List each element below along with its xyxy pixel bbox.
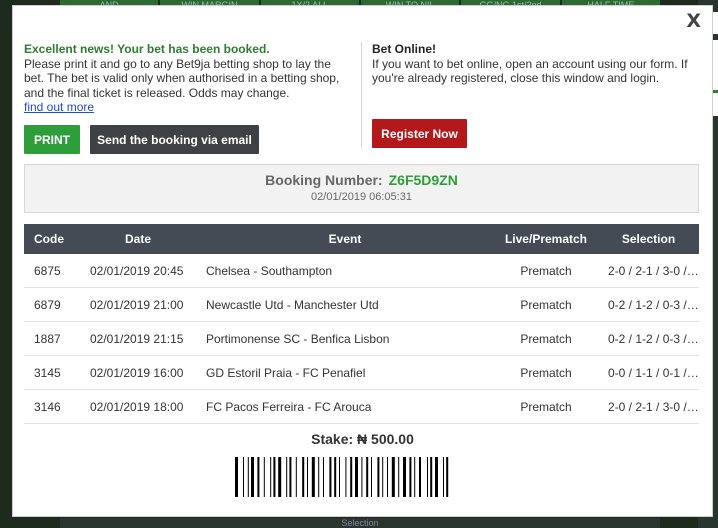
cell-selection: 0-2 / 1-2 / 0-3 / 1... <box>608 297 699 312</box>
cell-selection: 0-0 / 1-1 / 0-1 / 1... <box>608 365 699 380</box>
success-title: Excellent news! Your bet has been booked… <box>24 42 270 56</box>
bet-online-body: If you want to bet online, open an accou… <box>372 56 688 86</box>
stake-amount: Stake: ₦ 500.00 <box>311 431 414 447</box>
email-booking-button[interactable]: Send the booking via email <box>90 125 259 154</box>
booking-modal: X Excellent news! Your bet has been book… <box>12 5 713 517</box>
booking-datetime: 02/01/2019 06:05:31 <box>311 191 412 203</box>
selections-table: Code Date Event Live/Prematch Selection … <box>24 224 699 424</box>
cell-event: Chelsea - Southampton <box>206 263 333 278</box>
cell-live: Prematch <box>520 365 572 380</box>
cell-live: Prematch <box>520 399 572 414</box>
header-live-prematch: Live/Prematch <box>504 232 588 246</box>
cell-date: 02/01/2019 21:15 <box>90 331 184 346</box>
table-row: 3146 02/01/2019 18:00 FC Pacos Ferreira … <box>24 390 699 424</box>
table-row: 6879 02/01/2019 21:00 Newcastle Utd - Ma… <box>24 288 699 322</box>
cell-date: 02/01/2019 21:00 <box>90 297 184 312</box>
booking-number-box: Booking Number: Z6F5D9ZN 02/01/2019 06:05… <box>24 164 699 213</box>
header-date: Date <box>124 232 151 246</box>
cell-selection: 2-0 / 2-1 / 3-0 / 3... <box>608 263 699 278</box>
booking-number-label: Booking Number: <box>265 172 383 188</box>
find-out-more-link[interactable]: find out more <box>24 100 354 115</box>
cell-selection: 2-0 / 2-1 / 3-0 / 3... <box>608 399 699 414</box>
background-bottom-bar: Selection <box>60 518 660 528</box>
cell-code: 6875 <box>34 263 61 278</box>
cell-selection: 0-2 / 1-2 / 0-3 / 1... <box>608 331 699 346</box>
cell-event: Newcastle Utd - Manchester Utd <box>206 297 379 312</box>
success-body: Please print it and go to any Bet9ja bet… <box>24 56 340 100</box>
booking-number-line: Booking Number: Z6F5D9ZN <box>25 172 698 188</box>
cell-live: Prematch <box>520 297 572 312</box>
table-row: 6875 02/01/2019 20:45 Chelsea - Southamp… <box>24 254 699 288</box>
table-header: Code Date Event Live/Prematch Selection <box>24 224 699 254</box>
close-icon[interactable]: X <box>686 10 701 32</box>
header-event: Event <box>328 232 362 246</box>
cell-event: FC Pacos Ferreira - FC Arouca <box>206 399 372 414</box>
cell-live: Prematch <box>520 331 572 346</box>
cell-code: 6879 <box>34 297 61 312</box>
table-row: 1887 02/01/2019 21:15 Portimonense SC - … <box>24 322 699 356</box>
cell-date: 02/01/2019 20:45 <box>90 263 184 278</box>
booking-number-value: Z6F5D9ZN <box>388 172 458 188</box>
bet-online-section: Bet Online! If you want to bet online, o… <box>372 42 702 86</box>
register-now-button[interactable]: Register Now <box>372 119 467 148</box>
barcode-image <box>235 457 449 497</box>
shop-booking-section: Excellent news! Your bet has been booked… <box>24 42 354 115</box>
table-row: 3145 02/01/2019 16:00 GD Estoril Praia -… <box>24 356 699 390</box>
header-code: Code <box>34 232 64 246</box>
print-button[interactable]: PRINT <box>24 125 80 154</box>
column-divider <box>361 42 362 148</box>
bet-online-title: Bet Online! <box>372 42 437 56</box>
header-selection: Selection <box>621 232 676 246</box>
cell-code: 3145 <box>34 365 61 380</box>
cell-event: Portimonense SC - Benfica Lisbon <box>206 331 390 346</box>
cell-live: Prematch <box>520 263 572 278</box>
cell-code: 1887 <box>34 331 61 346</box>
cell-date: 02/01/2019 18:00 <box>90 399 184 414</box>
cell-code: 3146 <box>34 399 61 414</box>
cell-date: 02/01/2019 16:00 <box>90 365 184 380</box>
cell-event: GD Estoril Praia - FC Penafiel <box>206 365 366 380</box>
